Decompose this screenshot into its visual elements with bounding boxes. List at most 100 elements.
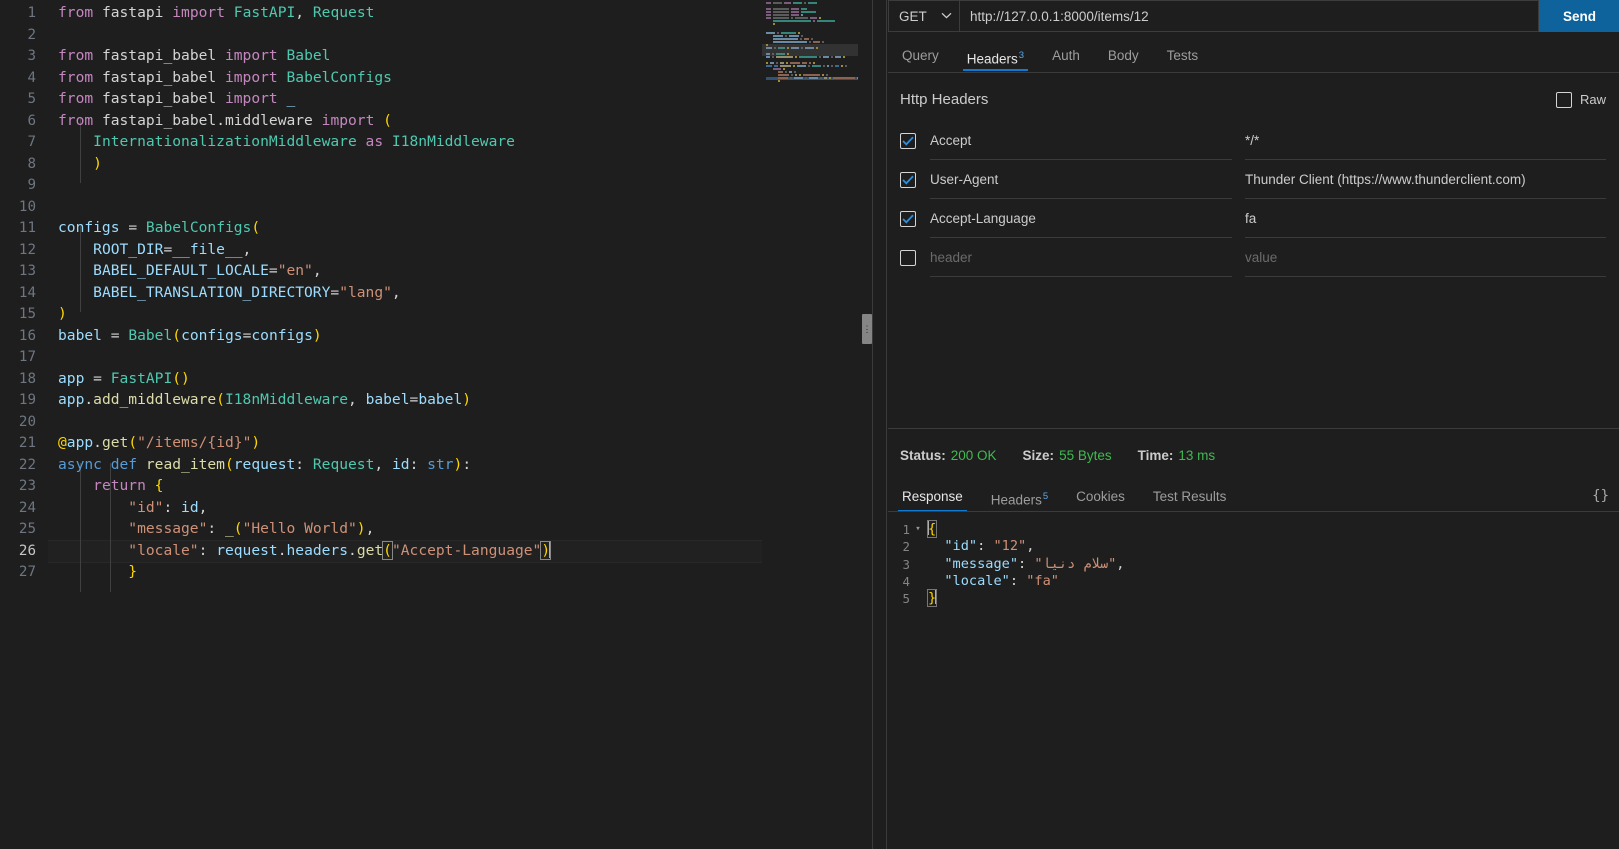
header-key-input[interactable]: User-Agent — [930, 160, 1232, 199]
header-enabled-checkbox[interactable] — [900, 132, 916, 149]
editor-minimap[interactable] — [762, 0, 858, 849]
header-value-input[interactable]: fa — [1245, 199, 1606, 238]
editor-vertical-scrollbar[interactable] — [858, 0, 872, 849]
code-line: 20 — [0, 411, 770, 433]
minimap-slider[interactable] — [762, 44, 858, 56]
header-value-placeholder: value — [1245, 249, 1278, 265]
line-number: 7 — [27, 134, 36, 150]
line-content: InternationalizationMiddleware as I18nMi… — [93, 133, 515, 150]
tab-cookies[interactable]: Cookies — [1062, 484, 1139, 512]
tab-response-headers[interactable]: Headers5 — [977, 484, 1062, 512]
raw-toggle[interactable]: Raw — [1555, 91, 1606, 108]
tab-query[interactable]: Query — [888, 43, 953, 71]
tab-response[interactable]: Response — [888, 484, 977, 512]
tab-label: Test Results — [1152, 489, 1227, 504]
tab-label: Query — [902, 48, 939, 63]
code-line: 2 — [0, 24, 770, 46]
code-line: 13 BABEL_DEFAULT_LOCALE="en", — [0, 260, 770, 282]
http-headers-rows: Accept */* User-Agent Thunder Client (ht… — [900, 121, 1606, 277]
size-group: Size: 55 Bytes — [1023, 448, 1112, 463]
vscode-window: 1 from fastapi import FastAPI, Request 2 … — [0, 0, 1619, 849]
header-row[interactable]: User-Agent Thunder Client (https://www.t… — [900, 160, 1606, 199]
line-number: 18 — [18, 370, 36, 387]
header-key-placeholder: header — [930, 249, 973, 265]
line-number: 27 — [18, 564, 36, 580]
line-content: from fastapi_babel import Babel — [58, 47, 331, 64]
code-text-area[interactable]: 1 from fastapi import FastAPI, Request 2 … — [0, 0, 771, 849]
tab-badge: 5 — [1042, 491, 1049, 502]
request-tab-bar: Query Headers3 Auth Body Tests — [888, 42, 1619, 71]
tab-label: Cookies — [1076, 489, 1125, 504]
response-status-row: Status: 200 OK Size: 55 Bytes Time: 13 ms — [900, 448, 1215, 463]
line-number: 5 — [27, 91, 36, 107]
line-content: from fastapi_babel.middleware import ( — [58, 111, 392, 129]
time-value: 13 ms — [1178, 448, 1216, 463]
header-enabled-checkbox[interactable] — [900, 171, 916, 188]
header-value-input-empty[interactable]: value — [1245, 238, 1606, 277]
raw-checkbox[interactable] — [1555, 91, 1572, 108]
request-url-input[interactable]: http://127.0.0.1:8000/items/12 — [960, 0, 1539, 32]
line-content: async def read_item(request: Request, id… — [58, 455, 472, 473]
header-row-empty[interactable]: header value — [900, 238, 1606, 277]
line-number: 17 — [18, 349, 36, 365]
panel-splitter-handle[interactable]: ⋮ — [862, 314, 872, 344]
code-line: 9 — [0, 174, 770, 196]
header-enabled-checkbox[interactable] — [900, 249, 916, 266]
line-number: 14 — [18, 284, 36, 301]
code-line-active[interactable]: 26 "locale": request.headers.get("Accept… — [0, 539, 771, 563]
response-tabs-divider — [888, 511, 1619, 512]
response-body-viewer[interactable]: 1 ▾ { 2 "id": "12", 3 "message": "سلام د… — [888, 515, 1619, 849]
line-content: BABEL_TRANSLATION_DIRECTORY="lang", — [93, 283, 401, 301]
tab-label: Body — [1107, 48, 1139, 63]
line-number: 25 — [18, 521, 36, 537]
line-content: ) — [93, 154, 102, 172]
header-key-input[interactable]: Accept — [930, 121, 1232, 160]
header-enabled-checkbox[interactable] — [900, 210, 916, 227]
tab-auth[interactable]: Auth — [1038, 43, 1094, 71]
json-cursor-end — [935, 590, 938, 605]
send-button[interactable]: Send — [1539, 0, 1619, 32]
line-content: @app.get("/items/{id}") — [58, 434, 261, 451]
tab-label: Auth — [1052, 48, 1080, 63]
code-editor[interactable]: 1 from fastapi import FastAPI, Request 2 … — [0, 0, 872, 849]
header-row[interactable]: Accept */* — [900, 121, 1606, 160]
request-url-value: http://127.0.0.1:8000/items/12 — [970, 8, 1149, 24]
json-line-number: 1 — [902, 522, 910, 537]
header-key-input-empty[interactable]: header — [930, 238, 1232, 277]
code-line: 25 "message": _("Hello World"), — [0, 518, 770, 540]
line-number: 15 — [18, 306, 36, 322]
header-row[interactable]: Accept-Language fa — [900, 199, 1606, 238]
line-number: 26 — [18, 542, 36, 559]
header-key-value: Accept-Language — [930, 210, 1036, 226]
http-method-select[interactable]: GET — [888, 0, 960, 32]
status-label: Status: — [900, 448, 946, 463]
line-number: 23 — [18, 478, 36, 494]
tab-body[interactable]: Body — [1094, 43, 1153, 71]
code-line: 23 return { — [0, 475, 770, 497]
header-key-input[interactable]: Accept-Language — [930, 199, 1232, 238]
code-line: 21 @app.get("/items/{id}") — [0, 432, 770, 454]
code-line: 16 babel = Babel(configs=configs) — [0, 325, 770, 347]
http-headers-title-row: Http Headers Raw — [900, 91, 1606, 108]
code-line: 1 from fastapi import FastAPI, Request — [0, 2, 770, 24]
line-number: 19 — [18, 392, 36, 408]
line-number: 21 — [18, 435, 36, 451]
line-number: 24 — [18, 499, 36, 516]
header-key-value: User-Agent — [930, 171, 999, 187]
tab-headers[interactable]: Headers3 — [953, 43, 1038, 71]
line-number: 1 — [27, 5, 36, 21]
fold-arrow-icon[interactable]: ▾ — [910, 521, 926, 538]
line-number: 4 — [27, 69, 36, 86]
format-json-icon[interactable]: {} — [1592, 488, 1609, 504]
tab-tests[interactable]: Tests — [1153, 43, 1213, 71]
line-number: 16 — [18, 327, 36, 344]
header-value-input[interactable]: */* — [1245, 121, 1606, 160]
line-content: babel = Babel(configs=configs) — [58, 326, 322, 344]
json-line: 2 "id": "12", — [888, 538, 1619, 555]
tab-label: Tests — [1166, 48, 1199, 63]
line-content: from fastapi_babel import BabelConfigs — [58, 68, 392, 86]
tab-test-results[interactable]: Test Results — [1139, 484, 1241, 512]
header-value-input[interactable]: Thunder Client (https://www.thunderclien… — [1245, 160, 1606, 199]
thunder-client-left-rail — [873, 0, 887, 849]
line-content: return { — [93, 477, 164, 494]
